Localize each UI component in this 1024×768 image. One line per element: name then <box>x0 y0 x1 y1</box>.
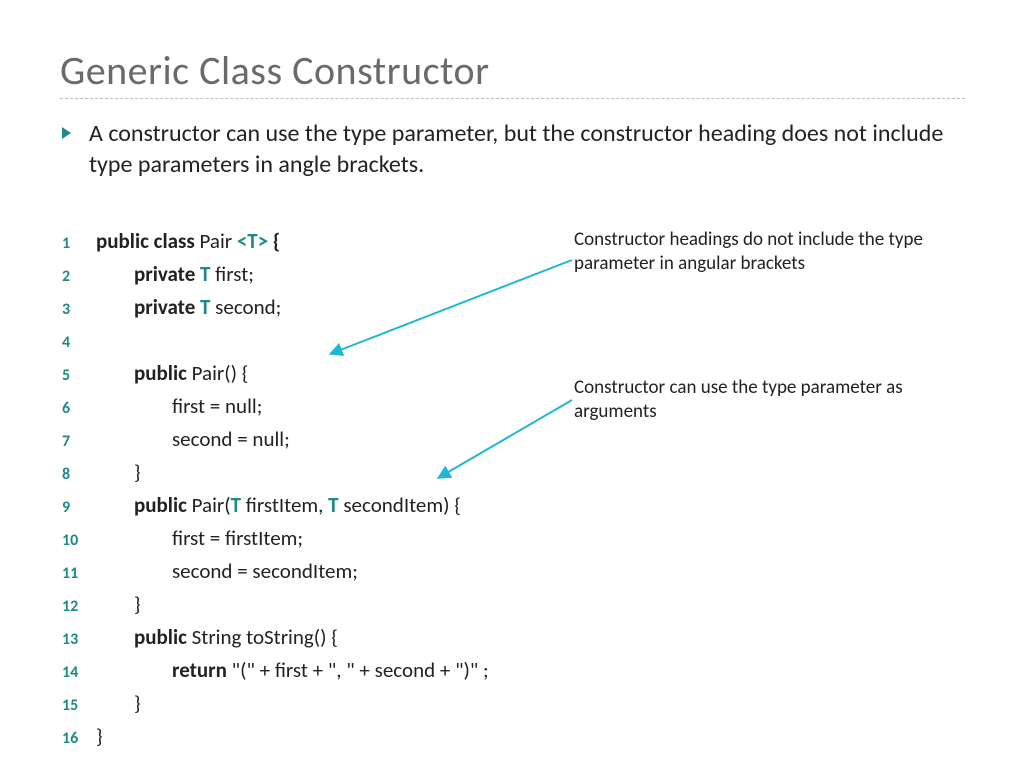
bullet-text: A constructor can use the type parameter… <box>89 118 964 180</box>
code-line: 11 second = secondItem; <box>62 556 489 589</box>
code-text: first = null; <box>96 391 262 424</box>
type-param: T <box>200 294 210 320</box>
code-text: } <box>96 688 141 721</box>
kw: private <box>96 294 200 320</box>
kw: public class <box>96 228 199 254</box>
lineno: 6 <box>62 391 96 424</box>
page-title: Generic Class Constructor <box>60 46 490 95</box>
bullet-row: A constructor can use the type parameter… <box>62 118 964 180</box>
ident: Pair <box>199 228 236 254</box>
lineno: 11 <box>62 556 96 589</box>
code-block: 1public class Pair <T> { 2 private T fir… <box>62 226 489 754</box>
kw: public <box>96 492 192 518</box>
code-text: return "(" + first + ", " + second + ")"… <box>96 655 489 688</box>
code-text: private T second; <box>96 292 281 325</box>
lineno: 2 <box>62 259 96 292</box>
code-line: 4 <box>62 325 489 358</box>
lineno: 4 <box>62 325 96 358</box>
code-text: second = null; <box>96 424 290 457</box>
code-text: } <box>96 589 141 622</box>
tok: Pair() { <box>192 360 249 386</box>
kw: private <box>96 261 200 287</box>
lineno: 9 <box>62 490 96 523</box>
code-text: } <box>96 721 103 754</box>
type-param: T <box>328 492 338 518</box>
bullet-icon <box>62 127 71 139</box>
code-text: first = firstItem; <box>96 523 303 556</box>
code-text: public Pair(T firstItem, T secondItem) { <box>96 490 461 523</box>
lineno: 10 <box>62 523 96 556</box>
type-param: T <box>200 261 210 287</box>
code-line: 3 private T second; <box>62 292 489 325</box>
tok: secondItem) { <box>339 492 461 518</box>
lineno: 12 <box>62 589 96 622</box>
lineno: 15 <box>62 688 96 721</box>
code-text: } <box>96 457 141 490</box>
lineno: 13 <box>62 622 96 655</box>
lineno: 8 <box>62 457 96 490</box>
tok: second; <box>210 294 281 320</box>
lineno: 3 <box>62 292 96 325</box>
code-text: second = secondItem; <box>96 556 358 589</box>
code-line: 14 return "(" + first + ", " + second + … <box>62 655 489 688</box>
code-line: 13 public String toString() { <box>62 622 489 655</box>
tok: String toString() { <box>192 624 338 650</box>
kw: return <box>96 657 232 683</box>
kw: public <box>96 360 192 386</box>
code-line: 10 first = firstItem; <box>62 523 489 556</box>
tok: "(" + first + ", " + second + ")" ; <box>232 657 489 683</box>
code-text: private T first; <box>96 259 254 292</box>
tok: Pair( <box>192 492 231 518</box>
type-param: <T> <box>237 228 268 254</box>
code-text: public class Pair <T> { <box>96 226 280 259</box>
lineno: 7 <box>62 424 96 457</box>
lineno: 5 <box>62 358 96 391</box>
title-rule <box>60 98 965 99</box>
type-param: T <box>231 492 241 518</box>
code-text: public String toString() { <box>96 622 338 655</box>
tok: first; <box>210 261 253 287</box>
lineno: 1 <box>62 226 96 259</box>
tok: firstItem, <box>241 492 328 518</box>
code-line: 16} <box>62 721 489 754</box>
code-text: public Pair() { <box>96 358 248 391</box>
code-line: 9 public Pair(T firstItem, T secondItem)… <box>62 490 489 523</box>
lineno: 14 <box>62 655 96 688</box>
code-line: 12 } <box>62 589 489 622</box>
lineno: 16 <box>62 721 96 754</box>
kw: public <box>96 624 192 650</box>
annotation: Constructor can use the type parameter a… <box>574 376 934 424</box>
code-line: 8 } <box>62 457 489 490</box>
code-line: 6 first = null; <box>62 391 489 424</box>
code-line: 5 public Pair() { <box>62 358 489 391</box>
code-line: 1public class Pair <T> { <box>62 226 489 259</box>
brace: { <box>268 228 280 254</box>
code-line: 15 } <box>62 688 489 721</box>
annotation: Constructor headings do not include the … <box>574 228 974 276</box>
code-line: 2 private T first; <box>62 259 489 292</box>
code-line: 7 second = null; <box>62 424 489 457</box>
